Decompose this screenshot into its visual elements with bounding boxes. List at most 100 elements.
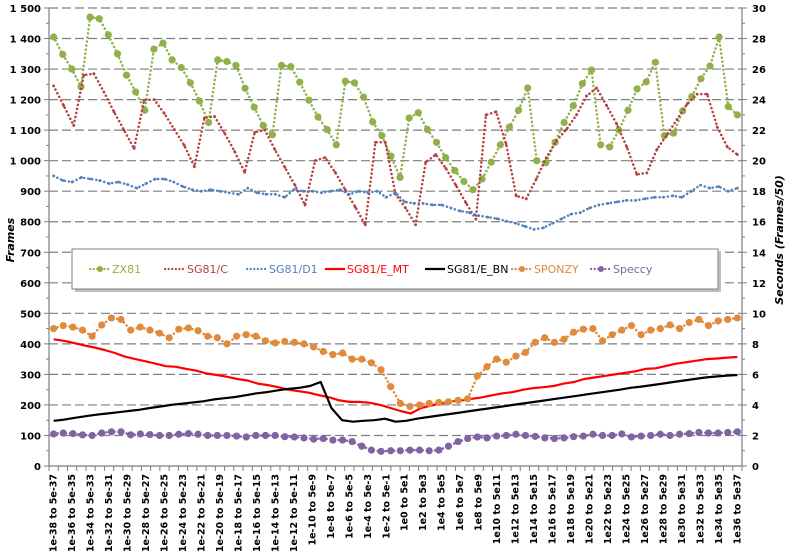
data-point [168,56,176,64]
y-tick-label-right: 22 [752,126,766,137]
data-point [223,431,231,440]
data-point [332,141,340,149]
data-point [656,430,664,438]
data-point [695,315,703,324]
data-point [82,73,86,77]
data-point [290,433,298,441]
x-tick-label: 1e-22 to 5e-21 [196,474,207,552]
data-point [253,130,257,134]
data-point [666,431,674,440]
legend: ZX81 SG81/C SG81/D1 SG81/E_MT SG81/E_BN SPONZ… [71,248,721,292]
data-point [627,321,636,330]
data-point [333,170,337,174]
data-point [396,173,404,182]
data-point [98,179,102,182]
data-point [442,154,450,162]
data-point [404,206,407,210]
data-point [190,188,194,192]
x-tick-label: 1e30 to 5e31 [677,474,688,544]
data-point [733,111,741,119]
data-point [126,183,129,186]
data-point [608,331,616,339]
data-point [329,189,333,193]
data-point [512,352,520,360]
data-point [645,171,649,175]
x-tick-label: 1e4 to 5e5 [437,474,448,531]
data-point [252,332,260,340]
data-point [283,165,287,169]
data-point [153,177,157,181]
data-point [434,153,438,156]
data-point [117,315,125,324]
data-point [146,326,154,334]
data-point [86,13,94,21]
data-point [61,179,65,182]
data-point [301,189,305,193]
data-point [95,15,103,23]
data-point [704,321,713,330]
data-point [89,177,92,181]
data-point [412,202,416,205]
data-point [50,33,58,41]
data-point [205,118,213,127]
x-tick-label: 1e-36 to 5e-35 [67,474,78,552]
data-point [642,78,650,86]
data-point [92,72,96,76]
data-point [454,396,462,404]
data-point [209,188,213,192]
data-point [496,141,504,149]
series-line [52,72,739,229]
data-point [338,188,342,192]
data-point [579,432,587,440]
data-point [541,226,545,230]
data-point [605,104,609,108]
data-point [521,431,530,440]
data-point [377,447,385,455]
data-point [223,57,231,66]
y-tick-label-left: 1 500 [10,4,41,15]
x-tick-label: 1e20 to 5e21 [585,474,596,544]
data-point [373,140,377,144]
data-point [107,314,116,322]
data-point [223,131,226,135]
data-point [59,321,67,330]
data-point [689,189,693,193]
data-point [483,434,491,442]
data-point [685,318,693,327]
y-tick-label-right: 24 [752,96,766,107]
data-point [79,176,83,179]
data-point [78,431,87,439]
data-point [502,431,510,440]
data-point [724,428,732,437]
data-point [504,142,508,146]
data-point [495,217,499,221]
data-point [377,366,385,374]
data-point [88,431,96,440]
y-tick-label-left: 700 [20,248,41,259]
data-point [358,442,366,450]
data-point [708,186,712,190]
data-point [458,209,462,213]
data-point [347,192,351,196]
data-point [323,156,327,160]
data-point [213,431,221,440]
data-point [675,325,684,333]
data-point [717,185,721,189]
data-point [637,432,645,440]
data-point [487,158,495,166]
data-point [107,428,116,436]
y-axis-title-right: Seconds (Frames/50) [773,175,786,305]
data-point [550,434,559,443]
data-point [162,111,166,115]
data-point [551,221,554,225]
data-point [554,139,558,143]
data-point [142,98,146,102]
data-point [246,186,250,190]
data-point [218,189,222,193]
data-point [127,326,135,334]
data-point [243,170,247,174]
data-point [403,200,407,204]
data-point [464,201,468,205]
data-point [454,437,462,446]
data-point [695,92,699,96]
